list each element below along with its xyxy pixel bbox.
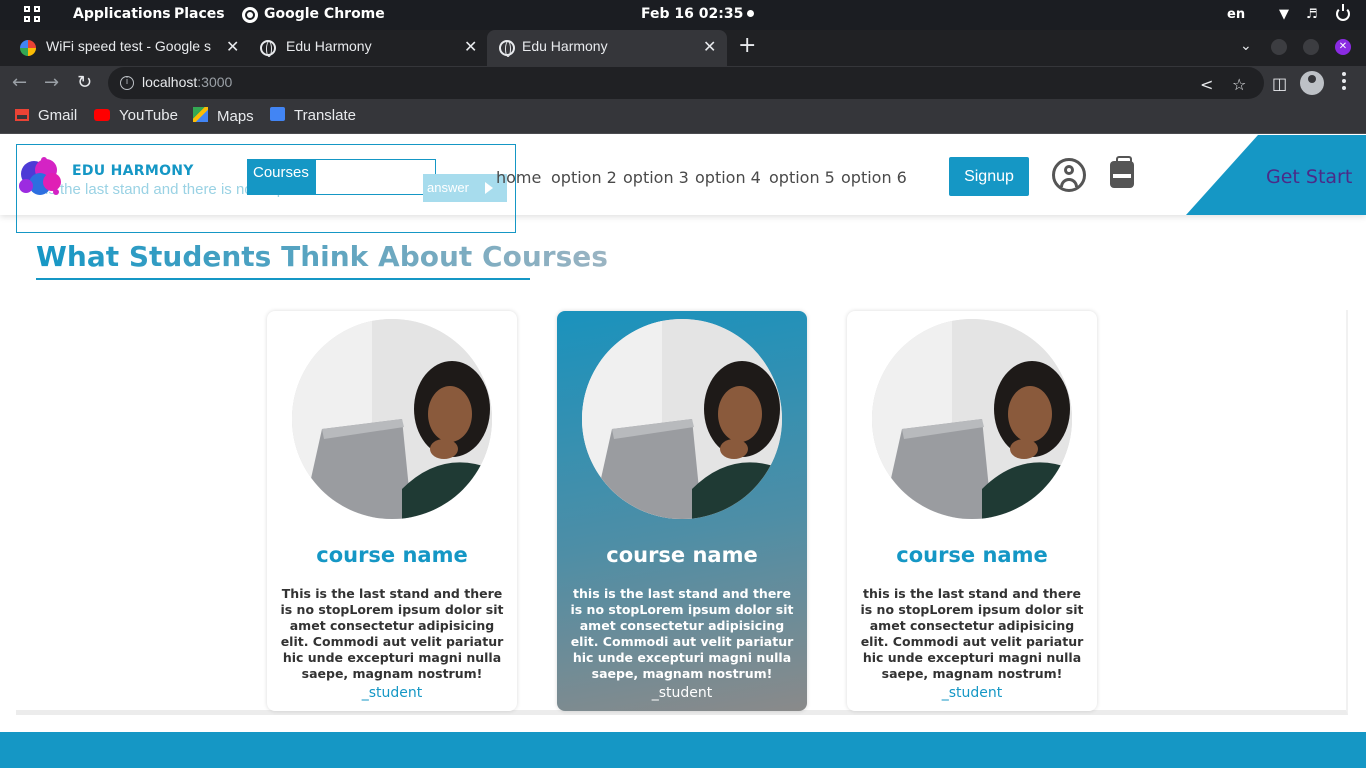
address-bar[interactable]: i localhost:3000 < ☆ <box>108 67 1264 99</box>
user-account-icon[interactable] <box>1052 158 1086 192</box>
app-grid-icon[interactable] <box>24 6 42 24</box>
bookmark-translate[interactable]: Translate <box>270 107 356 124</box>
testimonial-text: This is the last stand and there is no s… <box>280 586 504 681</box>
chrome-icon <box>242 7 258 23</box>
courses-button[interactable]: Courses <box>247 159 316 195</box>
os-top-bar: Applications Places Google Chrome Feb 16… <box>0 0 1366 30</box>
close-tab-icon[interactable]: ✕ <box>703 37 716 57</box>
notification-dot-icon <box>747 10 754 17</box>
testimonial-text: this is the last stand and there is no s… <box>860 586 1084 681</box>
places-menu[interactable]: Places <box>174 6 225 22</box>
back-icon[interactable]: ← <box>12 72 27 93</box>
active-app-label[interactable]: Google Chrome <box>264 6 385 22</box>
signup-button[interactable]: Signup <box>949 157 1029 196</box>
globe-icon <box>260 40 276 57</box>
tab-title: WiFi speed test - Google s <box>46 38 211 54</box>
student-name: _student <box>361 685 423 701</box>
testimonial-card[interactable]: course name This is the last stand and t… <box>267 311 517 711</box>
student-name: _student <box>651 685 713 701</box>
bookmark-youtube[interactable]: YouTube <box>94 107 178 124</box>
page-viewport: Get Start is the last stand and there is… <box>0 135 1366 768</box>
globe-icon <box>499 40 515 57</box>
student-photo <box>292 319 492 519</box>
bookmark-gmail[interactable]: Gmail <box>15 107 77 124</box>
tab-title: Edu Harmony <box>522 38 608 54</box>
tab-title: Edu Harmony <box>286 38 372 54</box>
play-icon <box>485 182 493 194</box>
bookmarks-bar: Gmail YouTube Maps Translate <box>0 100 1366 134</box>
minimize-button[interactable] <box>1271 39 1287 55</box>
section-underline <box>36 278 530 280</box>
applications-menu[interactable]: Applications <box>73 6 171 22</box>
close-tab-icon[interactable]: ✕ <box>464 37 477 57</box>
reload-icon[interactable]: ↻ <box>77 72 92 93</box>
nav-option-2[interactable]: option 2 <box>551 168 617 187</box>
student-photo <box>872 319 1072 519</box>
profile-avatar-icon[interactable] <box>1300 71 1324 95</box>
nav-option-3[interactable]: option 3 <box>623 168 689 187</box>
course-name: course name <box>606 543 758 567</box>
tab-edu-harmony-active[interactable]: Edu Harmony ✕ <box>487 30 727 66</box>
gmail-icon <box>15 109 29 121</box>
maps-icon <box>193 107 208 122</box>
translate-icon <box>270 107 285 121</box>
site-info-icon[interactable]: i <box>120 76 134 90</box>
wifi-icon[interactable]: ▼ <box>1279 7 1289 22</box>
share-icon[interactable]: < <box>1200 75 1213 94</box>
answer-button[interactable]: answer <box>423 174 507 202</box>
testimonial-card-featured[interactable]: course name this is the last stand and t… <box>557 311 807 711</box>
google-icon <box>20 40 36 56</box>
volume-icon[interactable]: ♬ <box>1306 7 1318 22</box>
power-icon[interactable] <box>1336 4 1350 21</box>
tab-strip: WiFi speed test - Google s ✕ Edu Harmony… <box>0 30 1366 66</box>
brand-name[interactable]: EDU HARMONY <box>72 163 194 179</box>
browser-toolbar: ← → ↻ i localhost:3000 < ☆ ◫ <box>0 66 1366 100</box>
nav-option-5[interactable]: option 5 <box>769 168 835 187</box>
side-panel-icon[interactable]: ◫ <box>1272 74 1287 93</box>
url-text[interactable]: localhost:3000 <box>142 74 232 90</box>
tab-edu-harmony-1[interactable]: Edu Harmony ✕ <box>248 30 486 66</box>
student-name: _student <box>941 685 1003 701</box>
backpack-icon[interactable] <box>1110 156 1134 188</box>
get-start-link[interactable]: Get Start <box>1266 166 1352 188</box>
tab-wifi-speed-test[interactable]: WiFi speed test - Google s ✕ <box>8 30 248 66</box>
chrome-menu-icon[interactable] <box>1342 72 1346 92</box>
course-name: course name <box>316 543 468 567</box>
tab-search-chevron-icon[interactable]: ⌄ <box>1240 38 1252 54</box>
student-photo <box>582 319 782 519</box>
youtube-icon <box>94 109 110 121</box>
clock[interactable]: Feb 16 02:35 <box>641 6 743 22</box>
nav-option-4[interactable]: option 4 <box>695 168 761 187</box>
footer-bar <box>0 732 1366 768</box>
brand-logo-icon[interactable] <box>16 152 66 200</box>
close-tab-icon[interactable]: ✕ <box>226 37 239 57</box>
search-input[interactable] <box>315 159 436 195</box>
new-tab-icon[interactable]: + <box>738 33 756 58</box>
forward-icon[interactable]: → <box>44 72 59 93</box>
course-name: course name <box>896 543 1048 567</box>
maximize-button[interactable] <box>1303 39 1319 55</box>
bookmark-star-icon[interactable]: ☆ <box>1232 75 1246 94</box>
testimonial-text: this is the last stand and there is no s… <box>570 586 794 681</box>
language-indicator[interactable]: en <box>1227 7 1245 22</box>
section-title: What Students Think About Courses <box>36 240 608 273</box>
bookmark-maps[interactable]: Maps <box>193 107 254 125</box>
close-window-button[interactable]: ✕ <box>1335 39 1351 55</box>
nav-option-6[interactable]: option 6 <box>841 168 907 187</box>
nav-home[interactable]: home <box>496 168 541 187</box>
testimonial-card[interactable]: course name this is the last stand and t… <box>847 311 1097 711</box>
